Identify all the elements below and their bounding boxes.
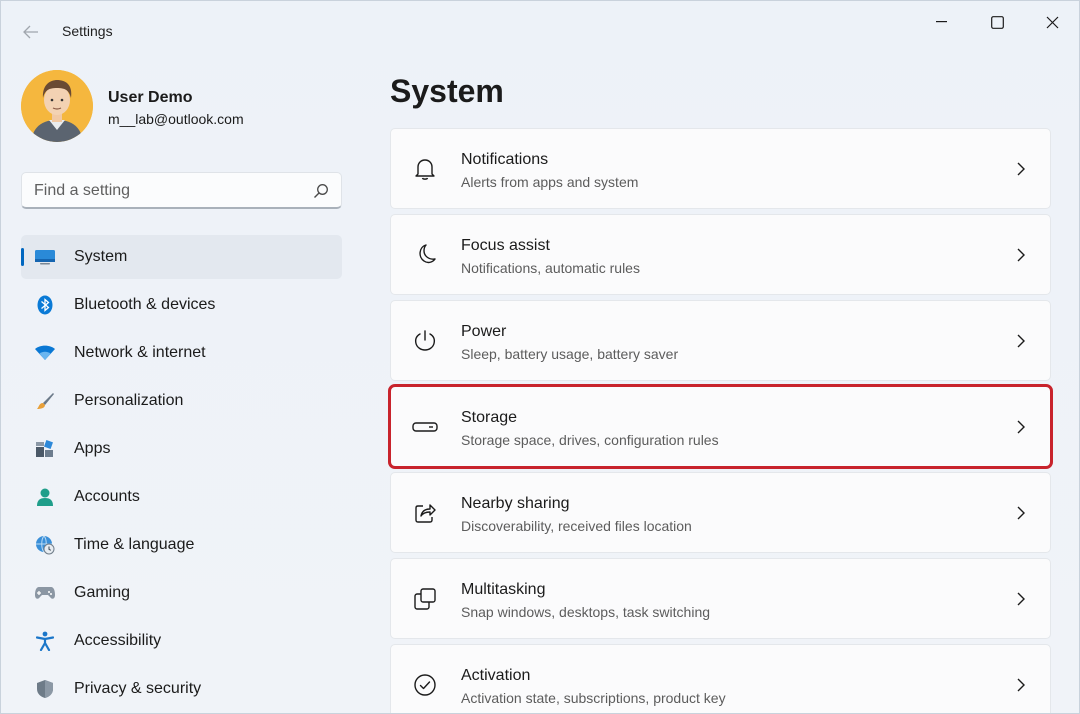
close-icon <box>1046 16 1058 28</box>
chevron-right-icon <box>1017 248 1025 262</box>
card-activation[interactable]: Activation Activation state, subscriptio… <box>390 644 1051 713</box>
share-icon <box>412 500 438 526</box>
user-name: User Demo <box>108 89 193 106</box>
sidebar-item-accessibility[interactable]: Accessibility <box>21 619 342 663</box>
card-focus-assist[interactable]: Focus assist Notifications, automatic ru… <box>390 214 1051 295</box>
chevron-right-icon <box>1017 334 1025 348</box>
accessibility-icon <box>34 630 56 652</box>
moon-icon <box>412 242 438 268</box>
sidebar-item-time-language[interactable]: Time & language <box>21 523 342 567</box>
card-subtitle: Alerts from apps and system <box>461 174 639 190</box>
card-notifications[interactable]: Notifications Alerts from apps and syste… <box>390 128 1051 209</box>
chevron-right-icon <box>1017 420 1025 434</box>
settings-window: Settings User Demo m__lab@outlook.com Fi… <box>0 0 1080 714</box>
chevron-right-icon <box>1017 162 1025 176</box>
sidebar-item-privacy[interactable]: Privacy & security <box>21 667 342 711</box>
check-circle-icon <box>412 672 438 698</box>
card-multitasking[interactable]: Multitasking Snap windows, desktops, tas… <box>390 558 1051 639</box>
card-subtitle: Storage space, drives, configuration rul… <box>461 432 719 448</box>
card-title: Multitasking <box>461 581 546 598</box>
wifi-icon <box>34 342 56 364</box>
back-button[interactable] <box>15 19 47 45</box>
card-storage[interactable]: Storage Storage space, drives, configura… <box>388 384 1053 469</box>
chevron-right-icon <box>1017 592 1025 606</box>
drive-icon <box>412 414 438 440</box>
power-icon <box>412 328 438 354</box>
card-title: Focus assist <box>461 237 550 254</box>
chevron-right-icon <box>1017 678 1025 692</box>
settings-cards: Notifications Alerts from apps and syste… <box>388 128 1053 713</box>
user-avatar-icon <box>21 70 93 142</box>
apps-icon <box>34 438 56 460</box>
sidebar-item-label: Privacy & security <box>74 680 202 697</box>
maximize-button[interactable] <box>970 7 1024 37</box>
sidebar-item-label: Apps <box>74 440 111 457</box>
sidebar-item-bluetooth[interactable]: Bluetooth & devices <box>21 283 342 327</box>
sidebar-item-gaming[interactable]: Gaming <box>21 571 342 615</box>
gamepad-icon <box>34 582 56 604</box>
sidebar-item-personalization[interactable]: Personalization <box>21 379 342 423</box>
card-title: Nearby sharing <box>461 495 570 512</box>
search-icon[interactable] <box>313 183 329 199</box>
card-subtitle: Snap windows, desktops, task switching <box>461 604 711 620</box>
card-title: Power <box>461 323 507 340</box>
card-subtitle: Activation state, subscriptions, product… <box>461 690 726 706</box>
globe-clock-icon <box>34 534 56 556</box>
card-title: Activation <box>461 667 531 684</box>
close-button[interactable] <box>1025 7 1079 37</box>
app-title: Settings <box>62 23 113 39</box>
sidebar-item-label: System <box>74 248 128 265</box>
maximize-icon <box>990 15 1004 29</box>
sidebar-item-apps[interactable]: Apps <box>21 427 342 471</box>
sidebar-nav: System Bluetooth & devices Network & int… <box>21 235 342 713</box>
user-profile[interactable]: User Demo m__lab@outlook.com <box>21 70 341 142</box>
sidebar-item-label: Personalization <box>74 392 184 409</box>
sidebar-item-label: Time & language <box>74 536 195 553</box>
sidebar-item-network[interactable]: Network & internet <box>21 331 342 375</box>
card-nearby-sharing[interactable]: Nearby sharing Discoverability, received… <box>390 472 1051 553</box>
sidebar-item-label: Gaming <box>74 584 131 601</box>
system-display-icon <box>34 246 56 268</box>
search-box[interactable] <box>21 172 342 209</box>
back-arrow-icon <box>23 25 38 39</box>
multitask-icon <box>412 586 438 612</box>
card-subtitle: Discoverability, received files location <box>461 518 692 534</box>
shield-icon <box>34 678 56 700</box>
card-title: Storage <box>461 409 518 426</box>
chevron-right-icon <box>1017 506 1025 520</box>
avatar[interactable] <box>21 70 93 142</box>
brush-icon <box>34 390 56 412</box>
minimize-button[interactable] <box>915 7 969 37</box>
sidebar-item-system[interactable]: System <box>21 235 342 279</box>
user-email: m__lab@outlook.com <box>108 111 244 127</box>
sidebar-item-label: Bluetooth & devices <box>74 296 216 313</box>
person-icon <box>34 486 56 508</box>
bluetooth-icon <box>34 294 56 316</box>
sidebar-item-label: Network & internet <box>74 344 206 361</box>
sidebar-item-label: Accessibility <box>74 632 162 649</box>
card-subtitle: Notifications, automatic rules <box>461 260 640 276</box>
bell-icon <box>412 156 438 182</box>
search-input[interactable] <box>34 181 304 201</box>
page-title: System <box>390 73 504 109</box>
card-power[interactable]: Power Sleep, battery usage, battery save… <box>390 300 1051 381</box>
sidebar-item-label: Accounts <box>74 488 140 505</box>
title-bar: Settings <box>1 1 1079 63</box>
card-subtitle: Sleep, battery usage, battery saver <box>461 346 679 362</box>
minimize-icon <box>936 21 947 23</box>
card-title: Notifications <box>461 151 549 168</box>
sidebar-item-accounts[interactable]: Accounts <box>21 475 342 519</box>
